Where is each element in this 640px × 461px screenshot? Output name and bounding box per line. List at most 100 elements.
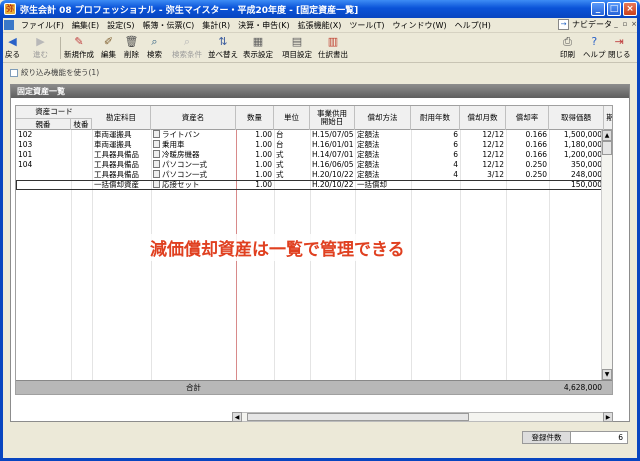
cell-text: 0.250 xyxy=(525,170,547,179)
cell-date: H.20/10/22 xyxy=(310,170,355,180)
filter-checkbox[interactable] xyxy=(10,68,18,77)
table-row[interactable]: 103 車両運搬具 乗用車 1.00 台 H.16/01/01 定額法 6 12/12 0.166… xyxy=(16,140,612,150)
navi-data-button[interactable]: → ナビデータ xyxy=(558,19,612,30)
cell-rate: 0.250 xyxy=(506,170,549,180)
header-rate[interactable]: 償却率 xyxy=(506,106,549,130)
cell-text: 4 xyxy=(453,160,458,169)
journal-output-icon: ▥ xyxy=(327,35,339,48)
header-cost[interactable]: 取得価額 xyxy=(549,106,604,130)
child-restore-icon[interactable]: ▫ xyxy=(621,20,629,29)
child-minimize-icon[interactable]: _ xyxy=(612,20,620,29)
sort-button[interactable]: ⇅ 並べ替え xyxy=(208,35,238,60)
vertical-scrollbar[interactable]: ▲ ▼ xyxy=(601,130,612,380)
header-parent[interactable]: 親番 xyxy=(16,118,71,130)
table-row[interactable]: 104 工具器具備品 パソコン一式 1.00 式 H.16/06/05 定額法 4 12/12 0… xyxy=(16,160,612,170)
header-service-date[interactable]: 事業供用開始日 xyxy=(310,106,355,130)
filter-label: 絞り込み機能を使う(1) xyxy=(21,68,100,77)
cell-method: 定額法 xyxy=(355,160,411,170)
item-settings-label: 項目設定 xyxy=(282,50,312,59)
back-button[interactable]: ◀ 戻る xyxy=(5,35,20,60)
close-window-button[interactable]: × xyxy=(623,2,637,16)
cell-text: 式 xyxy=(276,170,284,179)
cell-text: H.20/10/22 xyxy=(312,170,354,179)
item-settings-button[interactable]: ▤ 項目設定 xyxy=(282,35,312,60)
cell-text: 定額法 xyxy=(357,130,380,139)
header-branch[interactable]: 枝番 xyxy=(71,118,92,130)
search-button[interactable]: ⌕ 検索 xyxy=(147,35,162,60)
cell-years: 6 xyxy=(411,130,460,140)
cell-branch xyxy=(71,170,92,180)
display-settings-label: 表示設定 xyxy=(243,50,273,59)
menu-closing[interactable]: 決算・申告(K) xyxy=(234,20,294,31)
cell-code: 103 xyxy=(16,140,71,150)
back-label: 戻る xyxy=(5,50,20,59)
cell-name: ライトバン xyxy=(151,130,236,140)
horizontal-scroll-thumb[interactable] xyxy=(247,413,469,421)
menu-books[interactable]: 帳簿・伝票(C) xyxy=(138,20,198,31)
menu-file[interactable]: ファイル(F) xyxy=(17,20,68,31)
header-years[interactable]: 耐用年数 xyxy=(411,106,460,130)
display-settings-button[interactable]: ▦ 表示設定 xyxy=(243,35,273,60)
horizontal-scrollbar[interactable]: ◀ ▶ xyxy=(232,412,613,422)
cell-text: ライトバン xyxy=(162,130,200,139)
window-title: 弥生会計 08 プロフェッショナル - 弥生マイスター・平成20年度 - [固定… xyxy=(20,5,359,16)
new-icon: ✎ xyxy=(74,35,84,48)
table-row[interactable]: 101 工具器具備品 冷暖房機器 1.00 式 H.14/07/01 定額法 6 12/12 0.… xyxy=(16,150,612,160)
header-account[interactable]: 勘定科目 xyxy=(92,106,151,130)
menu-extensions[interactable]: 拡張機能(X) xyxy=(294,20,346,31)
cell-months: 3/12 xyxy=(460,170,506,180)
print-label: 印刷 xyxy=(560,50,575,59)
header-extra[interactable]: 期 xyxy=(604,106,612,130)
scroll-left-icon[interactable]: ◀ xyxy=(232,412,242,422)
forward-button[interactable]: ▶ 進む xyxy=(33,35,48,60)
cell-text: 12/12 xyxy=(482,150,504,159)
close-button[interactable]: ⇥ 閉じる xyxy=(608,35,631,60)
minimize-button[interactable]: _ xyxy=(591,2,605,16)
header-method[interactable]: 償却方法 xyxy=(355,106,411,130)
document-icon[interactable] xyxy=(4,20,14,30)
new-button[interactable]: ✎ 新規作成 xyxy=(64,35,94,60)
scroll-up-icon[interactable]: ▲ xyxy=(602,130,612,141)
delete-button[interactable]: 🗑 削除 xyxy=(124,35,139,60)
menu-tools[interactable]: ツール(T) xyxy=(345,20,388,31)
cell-cost: 350,000 xyxy=(549,160,604,170)
vertical-scroll-thumb[interactable] xyxy=(602,141,612,155)
header-quantity[interactable]: 数量 xyxy=(236,106,274,130)
menu-settings[interactable]: 設定(S) xyxy=(103,20,138,31)
cell-account: 工具器具備品 xyxy=(92,160,151,170)
journal-output-button[interactable]: ▥ 仕訳書出 xyxy=(318,35,348,60)
header-asset-name[interactable]: 資産名 xyxy=(151,106,236,130)
cell-method: 定額法 xyxy=(355,170,411,180)
scroll-right-icon[interactable]: ▶ xyxy=(603,412,613,422)
help-button[interactable]: ? ヘルプ xyxy=(583,35,606,60)
header-months[interactable]: 償却月数 xyxy=(460,106,506,130)
cell-text: H.14/07/01 xyxy=(312,150,354,159)
find-condition-label: 検索条件 xyxy=(172,50,202,59)
cell-text: 1,180,000 xyxy=(563,140,602,149)
cell-unit: 式 xyxy=(274,150,310,160)
scroll-down-icon[interactable]: ▼ xyxy=(602,369,612,380)
cell-unit: 式 xyxy=(274,160,310,170)
cell-text: H.16/06/05 xyxy=(312,160,354,169)
print-button[interactable]: ⎙ 印刷 xyxy=(560,35,575,60)
table-row[interactable]: 102 車両運搬具 ライトバン 1.00 台 H.15/07/05 定額法 6 12/12 0.1… xyxy=(16,130,612,140)
cell-qty: 1.00 xyxy=(236,130,274,140)
help-label: ヘルプ xyxy=(583,50,606,59)
maximize-button[interactable]: □ xyxy=(607,2,621,16)
child-close-icon[interactable]: × xyxy=(630,20,638,29)
find-condition-button[interactable]: ⌕ 検索条件 xyxy=(172,35,202,60)
header-unit[interactable]: 単位 xyxy=(274,106,310,130)
menu-window[interactable]: ウィンドウ(W) xyxy=(388,20,450,31)
menu-edit[interactable]: 編集(E) xyxy=(68,20,103,31)
cell-branch xyxy=(71,150,92,160)
menu-help[interactable]: ヘルプ(H) xyxy=(451,20,495,31)
cell-text: 台 xyxy=(276,130,284,139)
cell-code: 101 xyxy=(16,150,71,160)
edit-button[interactable]: ✐ 編集 xyxy=(101,35,116,60)
table-row[interactable]: 工具器具備品 パソコン一式 1.00 式 H.20/10/22 定額法 4 3/12 0.250… xyxy=(16,170,612,180)
cell-text: 1.00 xyxy=(255,160,272,169)
total-value: 4,628,000 xyxy=(563,383,602,392)
cell-text: H.15/07/05 xyxy=(312,130,354,139)
filter-toggle[interactable]: 絞り込み機能を使う(1) xyxy=(10,67,99,78)
menu-reports[interactable]: 集計(R) xyxy=(198,20,234,31)
